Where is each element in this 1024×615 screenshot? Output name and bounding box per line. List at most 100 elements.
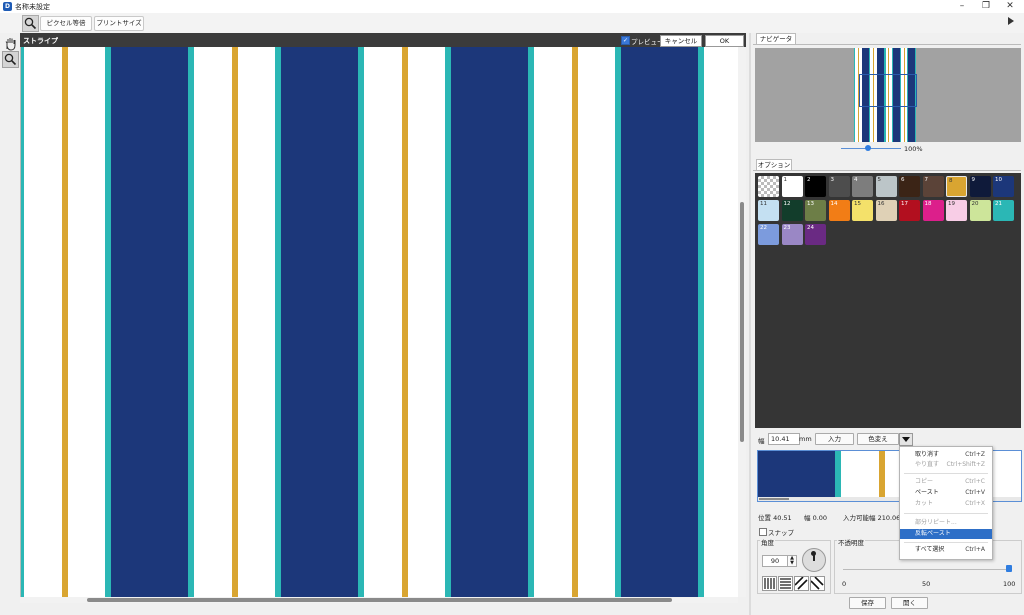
stripe [281,47,358,597]
color-swatch[interactable]: 1 [781,176,803,197]
opacity-slider-knob[interactable] [1006,565,1012,572]
color-swatch[interactable]: 4 [852,176,873,197]
close-button[interactable]: ✕ [998,0,1022,13]
menu-item-undo[interactable]: 取り消す Ctrl+Z [900,450,992,460]
navigator-stripe [854,48,855,142]
zoom-slider-knob[interactable] [865,145,871,151]
menu-item-paste[interactable]: ペースト Ctrl+V [900,488,992,498]
zoom-tool[interactable] [2,51,19,68]
swatch-number: 5 [877,177,882,183]
horizontal-stripe-button[interactable] [778,576,793,591]
input-button[interactable]: 入力 [815,433,854,445]
diagonal-left-stripe-button[interactable] [810,576,825,591]
stripe [528,47,534,597]
color-swatch[interactable]: 14 [828,200,850,221]
color-swatch[interactable]: 2 [805,176,826,197]
swatch-number: 21 [995,201,1002,207]
menu-item-copy[interactable]: コピー Ctrl+C [900,477,992,487]
angle-input[interactable]: 90 [762,555,788,567]
vertical-stripes-icon [764,578,775,589]
color-swatch[interactable]: 24 [805,224,826,245]
color-swatch[interactable]: 17 [899,200,920,221]
stripe [21,47,24,597]
dropdown-toggle[interactable] [899,433,913,446]
opacity-slider[interactable] [843,569,1009,570]
recolor-button[interactable]: 色変え [857,433,899,445]
dial-knob [811,551,816,556]
pixel-scale-button[interactable]: ピクセル等倍 [40,16,92,31]
zoom-tool-button[interactable] [22,15,39,32]
restore-button[interactable]: ❐ [974,0,998,13]
stripe [451,47,528,597]
color-swatch[interactable]: 12 [781,200,803,221]
angle-dial[interactable] [802,548,826,572]
menu-item-partial-repeat[interactable]: 部分リピート... [900,518,992,528]
magnifier-icon [24,17,37,30]
angle-stepper[interactable]: ▲ ▼ [787,555,797,567]
navigator-view[interactable] [755,48,1021,142]
horizontal-scroll-thumb[interactable] [87,598,672,602]
color-swatch[interactable]: 6 [899,176,920,197]
cancel-button[interactable]: キャンセル [660,35,702,47]
preview-stripe [879,451,885,497]
color-swatch[interactable]: 9 [969,176,991,197]
color-swatch[interactable]: 15 [852,200,873,221]
color-swatch[interactable]: 13 [805,200,826,221]
vertical-scrollbar[interactable] [738,47,746,597]
swatch-number: 14 [830,201,838,207]
swatch-number: 16 [877,201,885,207]
menu-item-select-all[interactable]: すべて選択 Ctrl+A [900,545,992,555]
swatch-number: 8 [949,178,953,184]
snap-checkbox[interactable] [759,528,767,536]
color-swatch[interactable]: 16 [875,200,897,221]
color-swatch[interactable]: 5 [875,176,897,197]
tool-column [0,33,20,615]
menu-item-redo[interactable]: やり直す Ctrl+Shift+Z [900,460,992,470]
swatch-number: 3 [830,177,835,183]
print-size-button[interactable]: プリントサイズ [94,16,144,31]
save-button[interactable]: 保存 [849,597,886,609]
vertical-scroll-thumb[interactable] [740,202,744,442]
ok-button[interactable]: OK [705,35,744,47]
vertical-stripe-button[interactable] [762,576,777,591]
menu-separator [904,473,988,474]
color-swatch[interactable] [758,176,779,197]
color-swatch[interactable]: 3 [828,176,850,197]
preview-scroll-thumb[interactable] [759,498,789,500]
hand-tool[interactable] [2,35,19,52]
navigator-viewport-rect[interactable] [859,74,917,107]
context-menu: 取り消す Ctrl+Z やり直す Ctrl+Shift+Z コピー Ctrl+C ペー… [899,446,993,560]
color-swatch[interactable]: 8 [946,176,967,197]
opacity-mid: 50 [922,580,931,588]
color-swatch[interactable]: 21 [993,200,1014,221]
panel-splitter[interactable] [749,33,751,615]
stripe [402,47,408,597]
preview-checkbox[interactable]: ✓ [621,36,630,45]
diagonal-stripe-button[interactable] [794,576,809,591]
color-swatch[interactable]: 22 [758,224,779,245]
open-button[interactable]: 開く [891,597,928,609]
canvas-title: ストライプ [23,37,58,45]
horizontal-scrollbar[interactable] [20,597,738,603]
title-bar: D 名称未設定 – ❐ ✕ [0,0,1024,14]
width-input[interactable]: 10.41 [768,433,800,445]
color-swatch[interactable]: 7 [922,176,944,197]
minimize-button[interactable]: – [950,0,974,13]
preview-label: プレビュー [631,38,664,46]
zoom-slider[interactable] [841,148,901,149]
color-swatch[interactable]: 18 [922,200,944,221]
chevron-down-icon [902,437,910,442]
color-swatch[interactable]: 19 [946,200,967,221]
navigator-divider [753,44,1021,45]
stripe [621,47,698,597]
swatch-number: 12 [783,201,791,207]
stripe-canvas[interactable] [20,47,739,597]
magnifier-icon [4,53,17,66]
color-swatch[interactable]: 23 [781,224,803,245]
expand-panel-icon[interactable] [1008,17,1014,25]
menu-item-cut[interactable]: カット Ctrl+X [900,499,992,509]
color-swatch[interactable]: 11 [758,200,779,221]
color-swatch[interactable]: 10 [993,176,1014,197]
color-swatch[interactable]: 20 [969,200,991,221]
menu-item-reverse-paste[interactable]: 反転ペースト [900,529,992,539]
